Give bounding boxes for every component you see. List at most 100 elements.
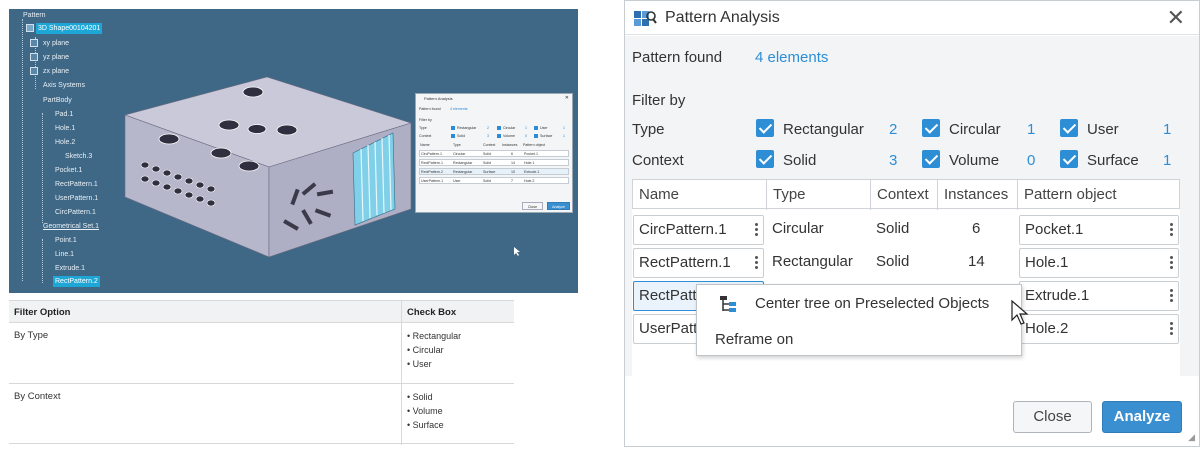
mini-cell: RectPattern.1: [421, 161, 443, 165]
more-options-icon[interactable]: [1170, 221, 1174, 241]
tree-item-geometrical-set[interactable]: Geometrical Set.1: [43, 221, 99, 232]
menu-item-label: Reframe on: [715, 331, 794, 348]
type-label: Type: [632, 121, 665, 138]
column-name[interactable]: Name: [639, 186, 679, 203]
close-button[interactable]: Close: [1013, 401, 1092, 433]
mini-count: 1: [563, 126, 565, 130]
mini-cell: 10: [511, 170, 515, 174]
context-label: Context: [632, 152, 684, 169]
part-3d-model[interactable]: [109, 69, 429, 269]
tree-item-userpattern1[interactable]: UserPattern.1: [55, 193, 98, 204]
mini-checkbox: [451, 134, 455, 138]
mini-col-name: Name: [420, 143, 430, 147]
part-icon: [26, 24, 34, 32]
mini-checkbox: [534, 126, 538, 130]
volume-count: 0: [1027, 152, 1036, 169]
mini-cell: UserPattern.1: [421, 179, 444, 183]
circular-checkbox[interactable]: [922, 119, 940, 137]
table-header: Name Type Context Instances Pattern obje…: [632, 179, 1180, 210]
resize-grip-icon[interactable]: ◢: [1188, 432, 1195, 443]
mini-filter-rectangular: Rectangular: [457, 126, 477, 130]
tree-item-root[interactable]: Pattern: [23, 10, 46, 21]
mini-dialog-title: Pattern Analysis: [424, 96, 453, 101]
list-item: • Volume: [407, 406, 443, 416]
object-cell-hole2[interactable]: Hole.2: [1019, 314, 1179, 344]
type-cell: Rectangular: [772, 253, 853, 270]
tree-item-rectpattern2[interactable]: RectPattern.2: [53, 276, 100, 287]
tree-item-sketch3[interactable]: Sketch.3: [65, 151, 92, 162]
column-divider: [401, 301, 402, 445]
user-checkbox[interactable]: [1060, 119, 1078, 137]
tree-item-xy-plane[interactable]: xy plane: [43, 38, 69, 49]
tree-item-partbody[interactable]: PartBody: [43, 95, 72, 106]
close-icon[interactable]: ✕: [1167, 5, 1185, 31]
tree-item-hole2[interactable]: Hole.2: [55, 137, 75, 148]
menu-item-reframe-on[interactable]: Reframe on: [697, 323, 1021, 355]
pattern-analysis-dialog: Pattern Analysis ✕ Pattern found 4 eleme…: [624, 0, 1200, 447]
tree-item-hole1[interactable]: Hole.1: [55, 123, 75, 134]
rectangular-checkbox[interactable]: [756, 119, 774, 137]
mini-count: 1: [563, 134, 565, 138]
mini-checkbox: [497, 126, 501, 130]
header-check-box: Check Box: [407, 307, 457, 318]
more-options-icon[interactable]: [755, 254, 759, 274]
tree-item-extrude1[interactable]: Extrude.1: [55, 263, 85, 274]
tree-item-axis-systems[interactable]: Axis Systems: [43, 80, 85, 91]
tree-item-point1[interactable]: Point.1: [55, 235, 77, 246]
tree-item-rectpattern1[interactable]: RectPattern.1: [55, 179, 98, 190]
analyze-button[interactable]: Analyze: [1102, 401, 1182, 433]
mini-cell: Hole.2: [524, 179, 535, 183]
tree-item-circpattern1[interactable]: CircPattern.1: [55, 207, 96, 218]
cell-text: CircPattern.1: [639, 221, 727, 238]
more-options-icon[interactable]: [1170, 320, 1174, 340]
column-type[interactable]: Type: [773, 186, 806, 203]
mini-col-object: Pattern object: [523, 143, 546, 147]
volume-checkbox[interactable]: [922, 150, 940, 168]
object-cell-pocket1[interactable]: Pocket.1: [1019, 215, 1179, 245]
cell-text: Hole.2: [1025, 320, 1069, 337]
dialog-title-bar[interactable]: Pattern Analysis ✕: [625, 1, 1199, 35]
tree-item-line1[interactable]: Line.1: [55, 249, 74, 260]
tree-item-pocket1[interactable]: Pocket.1: [55, 165, 82, 176]
solid-checkbox[interactable]: [756, 150, 774, 168]
tree-item-3dshape[interactable]: 3D Shape00104201: [36, 23, 103, 34]
circular-count: 1: [1027, 121, 1036, 138]
pattern-found-value[interactable]: 4 elements: [755, 49, 828, 66]
filter-by-label: Filter by: [632, 92, 686, 109]
row-by-context: By Context: [14, 391, 61, 402]
more-options-icon[interactable]: [1170, 287, 1174, 307]
mini-cell: User: [453, 179, 461, 183]
object-cell-hole1[interactable]: Hole.1: [1019, 248, 1179, 278]
dialog-footer: Close Analyze ◢: [625, 376, 1199, 446]
name-cell-rectpattern1[interactable]: RectPattern.1: [633, 248, 764, 278]
column-divider: [870, 180, 871, 210]
column-pattern-object[interactable]: Pattern object: [1024, 186, 1117, 203]
tree-item-zx-plane[interactable]: zx plane: [43, 66, 69, 77]
plane-icon: [30, 53, 38, 61]
tree-connector: [42, 113, 43, 223]
column-instances[interactable]: Instances: [944, 186, 1008, 203]
column-context[interactable]: Context: [877, 186, 929, 203]
mouse-pointer-icon: [514, 247, 520, 256]
mini-checkbox: [534, 134, 538, 138]
mini-pattern-found-value: 4 elements: [450, 107, 468, 111]
mini-cell: CircPattern.1: [421, 152, 442, 156]
more-options-icon[interactable]: [1170, 254, 1174, 274]
context-cell: Solid: [876, 220, 910, 237]
solid-label: Solid: [783, 152, 817, 169]
tree-item-pad1[interactable]: Pad.1: [55, 109, 73, 120]
pattern-found-label: Pattern found: [632, 49, 723, 66]
mini-filter-user: User: [540, 126, 548, 130]
cad-viewport[interactable]: Pattern 3D Shape00104201 xy plane yz pla…: [9, 9, 578, 293]
cell-text: Extrude.1: [1025, 287, 1090, 304]
name-cell-circpattern[interactable]: CircPattern.1: [633, 215, 764, 245]
menu-item-center-tree[interactable]: Center tree on Preselected Objects: [697, 287, 1021, 319]
object-cell-extrude1[interactable]: Extrude.1: [1019, 281, 1179, 311]
surface-checkbox[interactable]: [1060, 150, 1078, 168]
more-options-icon[interactable]: [755, 221, 759, 241]
surface-count: 1: [1163, 152, 1172, 169]
mini-checkbox: [497, 134, 501, 138]
tree-item-yz-plane[interactable]: yz plane: [43, 52, 69, 63]
cell-text: Hole.1: [1025, 254, 1069, 271]
context-menu: Center tree on Preselected Objects Refra…: [696, 284, 1022, 356]
